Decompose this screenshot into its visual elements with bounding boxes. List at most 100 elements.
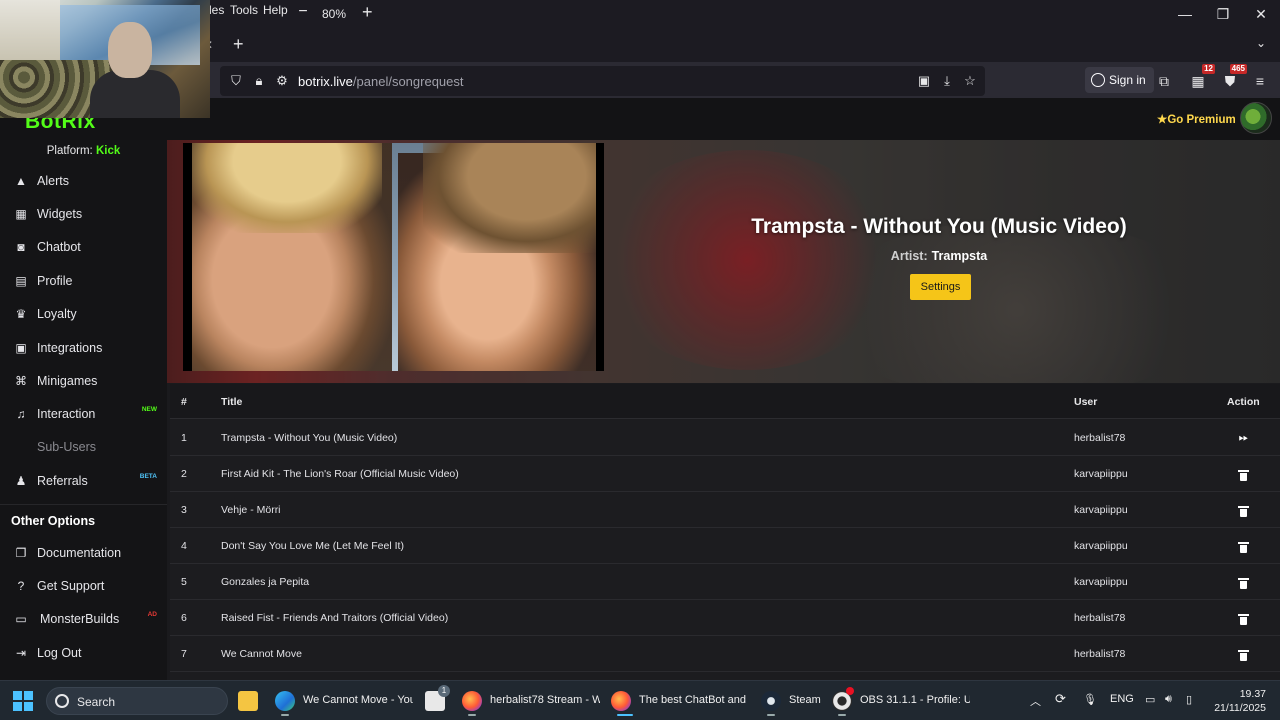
sidebar-item-referrals[interactable]: ♟ Referrals BETA — [0, 466, 167, 496]
delete-button[interactable] — [1236, 648, 1251, 663]
clock-time: 19.37 — [1239, 688, 1266, 700]
sidebar-item-widgets[interactable]: ▦ Widgets — [0, 199, 167, 229]
row-user: karvapiippu — [1074, 576, 1128, 588]
delete-button[interactable] — [1236, 612, 1251, 627]
zoom-in-button[interactable]: + — [362, 2, 373, 23]
minimize-window-button[interactable]: — — [1170, 4, 1200, 24]
hamburger-menu-icon[interactable]: ≡ — [1249, 70, 1271, 92]
table-header: # Title User Action — [170, 384, 1280, 419]
restore-window-button[interactable]: ❐ — [1208, 4, 1238, 24]
sidebar-item-interaction[interactable]: ♫ Interaction NEW — [0, 399, 167, 429]
taskbar-clock[interactable]: 19.37 21/11/2025 — [1212, 687, 1266, 715]
taskbar-app-firefox-stream[interactable]: herbalist78 Stream - Wa — [462, 688, 602, 716]
taskbar-app-steam[interactable]: Steam — [761, 688, 831, 716]
microphone-icon[interactable]: 🎙︎ — [1083, 693, 1097, 706]
trash-icon — [1238, 650, 1249, 661]
ublock-badge: 465 — [1229, 64, 1247, 74]
windows-start-button[interactable] — [13, 691, 33, 711]
taskbar-file-explorer[interactable] — [238, 688, 260, 714]
sidebar-item-alerts[interactable]: ▲ Alerts — [0, 166, 167, 196]
sidebar-item-label: Integrations — [37, 341, 103, 355]
extensions-icon[interactable]: ⧉ — [1153, 70, 1175, 92]
picture-in-picture-icon[interactable]: ▣ — [915, 72, 933, 90]
table-row: 4 Don't Say You Love Me (Let Me Feel It)… — [170, 528, 1280, 564]
url-host: botrix.live — [298, 74, 353, 89]
other-options-heading: Other Options — [11, 514, 96, 528]
trophy-icon: ♛ — [15, 307, 27, 321]
sidebar-item-log-out[interactable]: ⇥ Log Out — [0, 638, 167, 668]
row-title: Vehje - Mörri — [221, 504, 281, 516]
taskbar-app-obs[interactable]: OBS 31.1.1 - Profile: Unti — [832, 687, 972, 716]
save-to-device-icon[interactable]: ⤓ — [938, 72, 956, 90]
new-tab-button[interactable]: + — [233, 34, 244, 55]
go-premium-link[interactable]: ★Go Premium — [1157, 112, 1236, 126]
battery-icon[interactable]: ▯ — [1186, 693, 1192, 706]
sign-in-button[interactable]: Sign in — [1085, 67, 1154, 93]
delete-button[interactable] — [1236, 504, 1251, 519]
sidebar-item-monsterbuilds[interactable]: ▭ MonsterBuilds AD — [0, 604, 167, 634]
permissions-icon[interactable]: ⚙ — [273, 72, 291, 90]
menu-tools[interactable]: Tools — [230, 3, 258, 17]
extension-one-icon[interactable]: ▦ 12 — [1187, 64, 1215, 92]
taskbar-store[interactable]: 1 — [425, 685, 450, 714]
sidebar-item-profile[interactable]: ▤ Profile — [0, 266, 167, 296]
volume-icon[interactable]: 🔊︎ — [1165, 693, 1172, 706]
video-player[interactable] — [183, 143, 604, 371]
ublock-icon[interactable]: ⛊ 465 — [1219, 64, 1247, 92]
zoom-level[interactable]: 80% — [322, 7, 346, 21]
sidebar-item-get-support[interactable]: ? Get Support — [0, 571, 167, 601]
sidebar-item-documentation[interactable]: ❐ Documentation — [0, 538, 167, 568]
laptop-icon: ▭ — [15, 612, 27, 626]
table-row: 5 Gonzales ja Pepita karvapiippu — [170, 564, 1280, 600]
table-row: 6 Raised Fist - Friends And Traitors (Of… — [170, 600, 1280, 636]
clock-date: 21/11/2025 — [1214, 702, 1266, 714]
taskbar-search[interactable]: Search — [46, 687, 228, 715]
firefox-icon — [611, 691, 631, 711]
menu-help[interactable]: Help — [263, 3, 288, 17]
address-bar[interactable]: ⛉ 🔒︎ ⚙ botrix.live/panel/songrequest ▣ ⤓… — [220, 66, 985, 96]
sidebar-item-loyalty[interactable]: ♛ Loyalty — [0, 299, 167, 329]
url-text[interactable]: botrix.live/panel/songrequest — [298, 74, 464, 89]
sidebar-item-chatbot[interactable]: ◙ Chatbot — [0, 232, 167, 262]
close-window-button[interactable]: ✕ — [1246, 4, 1276, 24]
avatar[interactable] — [1240, 102, 1272, 134]
menu-files[interactable]: les — [209, 3, 224, 17]
steam-icon — [761, 691, 781, 711]
network-icon[interactable]: ▭ — [1145, 693, 1155, 706]
taskbar-app-edge[interactable]: We Cannot Move - YouT — [275, 688, 415, 716]
sidebar-item-label: Interaction — [37, 407, 96, 421]
row-user: herbalist78 — [1074, 648, 1126, 660]
taskbar-running-indicator — [838, 714, 846, 716]
id-card-icon: ▤ — [15, 274, 27, 288]
sidebar-item-minigames[interactable]: ⌘ Minigames — [0, 366, 167, 396]
delete-button[interactable] — [1236, 540, 1251, 555]
robot-icon: ◙ — [17, 240, 25, 254]
trash-icon — [1238, 506, 1249, 517]
chevron-down-icon[interactable]: ⌄ — [1256, 36, 1266, 50]
row-number: 4 — [181, 540, 187, 552]
song-queue-table: # Title User Action 1 Trampsta - Without… — [170, 384, 1280, 680]
delete-button[interactable] — [1236, 468, 1251, 483]
users-icon: ♟ — [15, 474, 27, 488]
row-number: 6 — [181, 612, 187, 624]
taskbar-app-firefox-botrix[interactable]: The best ChatBot and W — [611, 688, 751, 716]
sidebar-item-label: Minigames — [37, 374, 98, 388]
lock-icon[interactable]: 🔒︎ — [250, 72, 268, 90]
table-row: 2 First Aid Kit - The Lion's Roar (Offic… — [170, 456, 1280, 492]
gamepad-icon: ⌘ — [15, 374, 27, 388]
shield-icon[interactable]: ⛉ — [227, 72, 245, 90]
bookmark-star-icon[interactable]: ☆ — [961, 72, 979, 90]
delete-button[interactable] — [1236, 576, 1251, 591]
edge-icon — [275, 691, 295, 711]
beta-badge: BETA — [139, 473, 157, 480]
sync-icon[interactable]: ⟳ — [1055, 691, 1066, 707]
sidebar-item-sub-users[interactable]: Sub-Users — [0, 432, 167, 462]
chevron-up-icon[interactable]: ︿ — [1030, 693, 1041, 709]
language-indicator[interactable]: ENG — [1110, 693, 1134, 705]
sidebar-item-integrations[interactable]: ▣ Integrations — [0, 333, 167, 363]
zoom-out-button[interactable]: − — [296, 4, 310, 20]
sidebar-divider — [0, 504, 167, 505]
skip-forward-icon[interactable]: ⏩︎ — [1236, 430, 1251, 445]
settings-button[interactable]: Settings — [910, 274, 971, 300]
account-icon — [1091, 72, 1105, 87]
